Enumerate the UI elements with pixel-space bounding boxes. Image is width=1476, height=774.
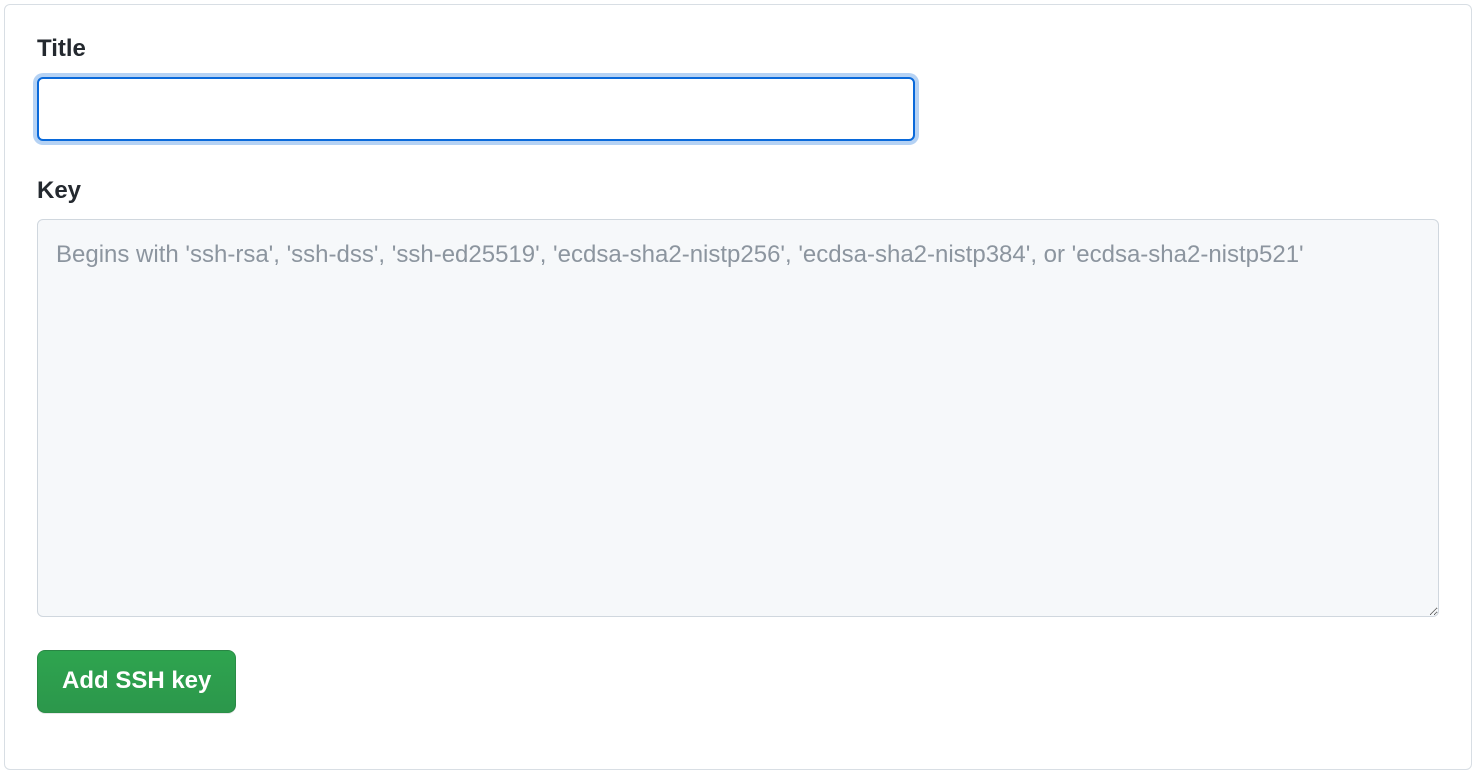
title-label: Title xyxy=(37,35,1439,63)
title-field-group: Title xyxy=(37,35,1439,141)
key-label: Key xyxy=(37,177,1439,205)
add-ssh-key-button[interactable]: Add SSH key xyxy=(37,650,236,713)
ssh-key-form-panel: Title Key Add SSH key xyxy=(4,4,1472,770)
key-textarea[interactable] xyxy=(37,219,1439,617)
title-input[interactable] xyxy=(37,77,915,141)
key-field-group: Key xyxy=(37,177,1439,622)
